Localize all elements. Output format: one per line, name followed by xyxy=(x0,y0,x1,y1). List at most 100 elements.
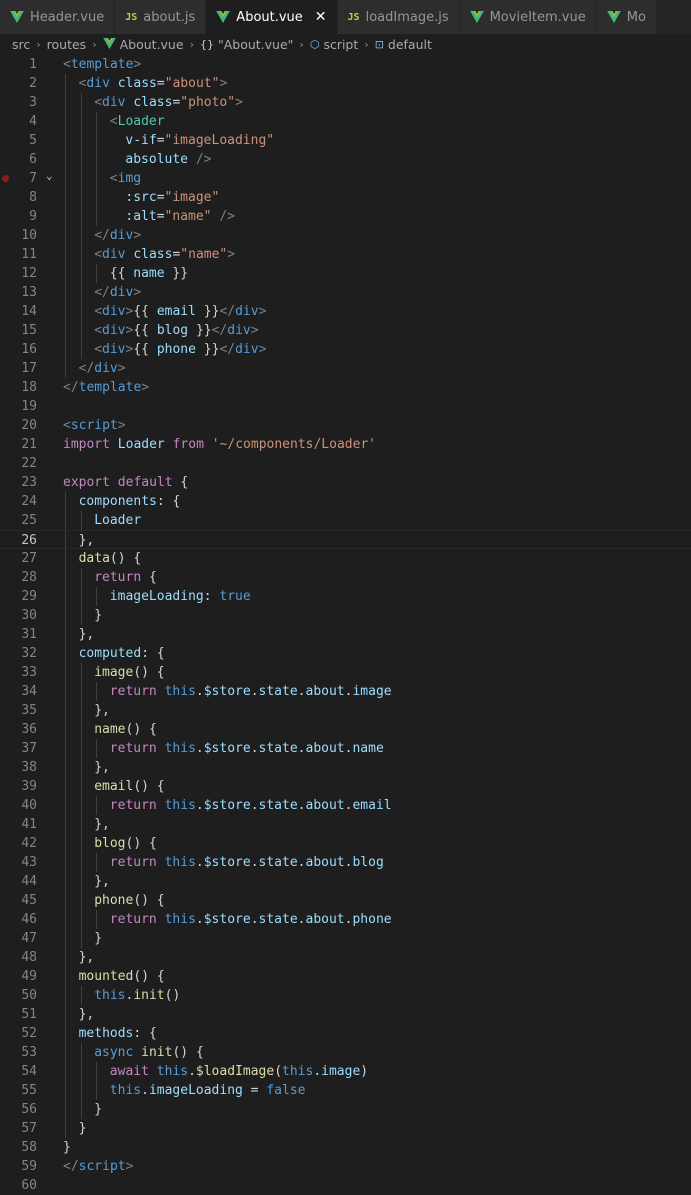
tab-loadimage-js[interactable]: JS loadImage.js xyxy=(337,0,460,34)
line-number[interactable]: 9 xyxy=(0,207,37,226)
line-number[interactable]: 11 xyxy=(0,245,37,264)
line-number[interactable]: 46 xyxy=(0,910,37,929)
code-editor[interactable]: 1 <template> 2 <div class="about"> 3 <div cla… xyxy=(0,55,691,1193)
line-number[interactable]: 17 xyxy=(0,359,37,378)
code-line[interactable]: 28 return { xyxy=(0,568,691,587)
code-line[interactable]: 45 phone() { xyxy=(0,891,691,910)
code-line[interactable]: 27 data() { xyxy=(0,549,691,568)
code-line[interactable]: 46 return this.$store.state.about.phone xyxy=(0,910,691,929)
line-number[interactable]: 8 xyxy=(0,188,37,207)
code-line[interactable]: 44}, xyxy=(0,872,691,891)
fold-chevron-down-icon[interactable]: ⌄ xyxy=(46,166,53,185)
line-number[interactable]: 35 xyxy=(0,701,37,720)
code-line[interactable]: 25 Loader xyxy=(0,511,691,530)
breadcrumb-item[interactable]: routes xyxy=(47,37,87,52)
code-line[interactable]: 34 return this.$store.state.about.image xyxy=(0,682,691,701)
line-number[interactable]: 49 xyxy=(0,967,37,986)
line-number[interactable]: 20 xyxy=(0,416,37,435)
code-line[interactable]: 10 </div> xyxy=(0,226,691,245)
line-number[interactable]: 12 xyxy=(0,264,37,283)
line-number[interactable]: 21 xyxy=(0,435,37,454)
line-number[interactable]: 53 xyxy=(0,1043,37,1062)
code-line[interactable]: 38}, xyxy=(0,758,691,777)
line-number[interactable]: 54 xyxy=(0,1062,37,1081)
code-line[interactable]: 48}, xyxy=(0,948,691,967)
code-line[interactable]: 39 email() { xyxy=(0,777,691,796)
code-line[interactable]: 8:src="image" xyxy=(0,188,691,207)
code-line[interactable]: 41}, xyxy=(0,815,691,834)
line-number[interactable]: 4 xyxy=(0,112,37,131)
code-line[interactable]: 24 components: { xyxy=(0,492,691,511)
code-line[interactable]: 47} xyxy=(0,929,691,948)
code-line[interactable]: 2 <div class="about"> xyxy=(0,74,691,93)
line-number[interactable]: 2 xyxy=(0,74,37,93)
code-line[interactable]: 5 v-if="imageLoading" xyxy=(0,131,691,150)
tab-header-vue[interactable]: Header.vue xyxy=(0,0,116,34)
line-number[interactable]: 14 xyxy=(0,302,37,321)
line-number[interactable]: 37 xyxy=(0,739,37,758)
line-number[interactable]: 10 xyxy=(0,226,37,245)
line-number[interactable]: 56 xyxy=(0,1100,37,1119)
line-number[interactable]: 44 xyxy=(0,872,37,891)
line-number[interactable]: 43 xyxy=(0,853,37,872)
line-number[interactable]: 18 xyxy=(0,378,37,397)
breakpoint-dot-icon[interactable] xyxy=(2,175,9,182)
code-line[interactable]: 4 <Loader xyxy=(0,112,691,131)
code-line[interactable]: 16 <div>{{ phone }}</div> xyxy=(0,340,691,359)
line-number[interactable]: 3 xyxy=(0,93,37,112)
tab-about-vue[interactable]: About.vue ✕ xyxy=(206,0,338,34)
code-line[interactable]: 31}, xyxy=(0,625,691,644)
line-number[interactable]: 59 xyxy=(0,1157,37,1176)
line-number[interactable]: 23 xyxy=(0,473,37,492)
code-line[interactable]: 37 return this.$store.state.about.name xyxy=(0,739,691,758)
line-number[interactable]: 19 xyxy=(0,397,37,416)
code-line[interactable]: 36 name() { xyxy=(0,720,691,739)
code-line[interactable]: 50 this.init() xyxy=(0,986,691,1005)
code-line[interactable]: 30} xyxy=(0,606,691,625)
line-number[interactable]: 39 xyxy=(0,777,37,796)
breadcrumb-item[interactable]: {} "About.vue" xyxy=(200,37,293,52)
code-line[interactable]: 23 export default { xyxy=(0,473,691,492)
code-line[interactable]: 33 image() { xyxy=(0,663,691,682)
line-number[interactable]: 38 xyxy=(0,758,37,777)
code-line[interactable]: 3 <div class="photo"> xyxy=(0,93,691,112)
line-number[interactable]: 41 xyxy=(0,815,37,834)
breadcrumb-item[interactable]: ⊡ default xyxy=(375,37,432,52)
line-number[interactable]: 29 xyxy=(0,587,37,606)
code-line[interactable]: 7 ⌄ <img xyxy=(0,169,691,188)
breadcrumb-item[interactable]: About.vue xyxy=(102,37,184,52)
tab-movieitem-vue[interactable]: MovieItem.vue xyxy=(459,0,597,34)
code-line[interactable]: 19 xyxy=(0,397,691,416)
code-line[interactable]: 17 </div> xyxy=(0,359,691,378)
line-number[interactable]: 6 xyxy=(0,150,37,169)
code-line[interactable]: 1 <template> xyxy=(0,55,691,74)
code-line[interactable]: 57} xyxy=(0,1119,691,1138)
code-line[interactable]: 18 </template> xyxy=(0,378,691,397)
code-line[interactable]: 59 </script> xyxy=(0,1157,691,1176)
line-number[interactable]: 27 xyxy=(0,549,37,568)
code-line[interactable]: 21 import Loader from '~/components/Loade… xyxy=(0,435,691,454)
code-line[interactable]: 53 async init() { xyxy=(0,1043,691,1062)
line-number[interactable]: 57 xyxy=(0,1119,37,1138)
code-line[interactable]: 26}, xyxy=(0,530,691,550)
line-number[interactable]: 48 xyxy=(0,948,37,967)
code-line[interactable]: 43 return this.$store.state.about.blog xyxy=(0,853,691,872)
breadcrumb-item[interactable]: ⬡ script xyxy=(310,37,358,52)
code-line[interactable]: 58} xyxy=(0,1138,691,1157)
line-number[interactable]: 52 xyxy=(0,1024,37,1043)
line-number[interactable]: 34 xyxy=(0,682,37,701)
line-number[interactable]: 60 xyxy=(0,1176,37,1195)
line-number[interactable]: 25 xyxy=(0,511,37,530)
code-line[interactable]: 11 <div class="name"> xyxy=(0,245,691,264)
code-line[interactable]: 6 absolute /> xyxy=(0,150,691,169)
code-line[interactable]: 29 imageLoading: true xyxy=(0,587,691,606)
code-line[interactable]: 20 <script> xyxy=(0,416,691,435)
line-number[interactable]: 28 xyxy=(0,568,37,587)
tab-mo[interactable]: Mo xyxy=(596,0,657,34)
line-number[interactable]: 31 xyxy=(0,625,37,644)
code-line[interactable]: 9:alt="name" /> xyxy=(0,207,691,226)
code-line[interactable]: 35}, xyxy=(0,701,691,720)
line-number[interactable]: 50 xyxy=(0,986,37,1005)
line-number[interactable]: 47 xyxy=(0,929,37,948)
line-number[interactable]: 32 xyxy=(0,644,37,663)
